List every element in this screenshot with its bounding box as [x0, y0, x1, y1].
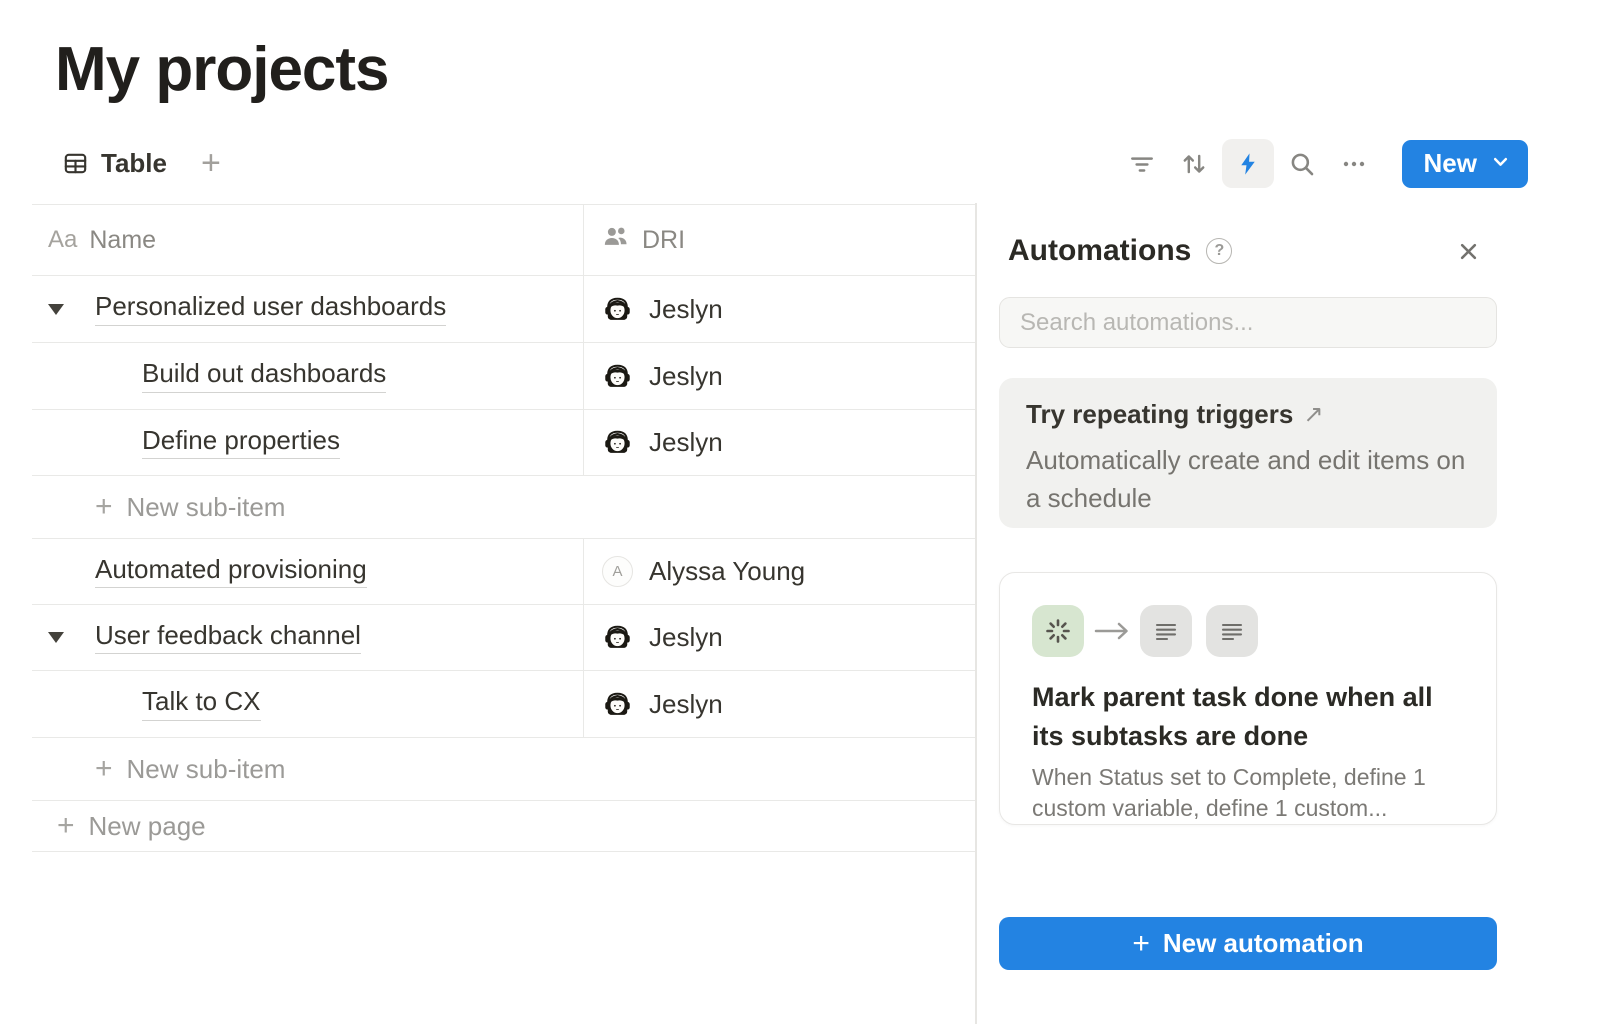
dri-person-name: Alyssa Young	[649, 556, 805, 587]
alyssa-avatar: A	[602, 556, 633, 587]
repeating-triggers-card[interactable]: Try repeating triggers ↗ Automatically c…	[999, 378, 1497, 528]
panel-title: Automations	[1008, 234, 1191, 268]
automation-description: When Status set to Complete, define 1 cu…	[1032, 762, 1464, 824]
table-row[interactable]: Define properties	[32, 410, 975, 476]
dri-person-name: Jeslyn	[649, 689, 723, 720]
collapse-toggle-icon[interactable]	[48, 632, 64, 643]
new-page-row[interactable]: + New page	[32, 801, 975, 852]
tab-table-label: Table	[101, 148, 167, 179]
text-type-icon: Aa	[48, 226, 77, 254]
external-link-arrow-icon: ↗	[1303, 400, 1323, 429]
new-button-label: New	[1424, 148, 1477, 179]
help-icon[interactable]: ?	[1206, 238, 1232, 264]
automations-button-active[interactable]	[1222, 139, 1274, 188]
automation-card[interactable]: Mark parent task done when all its subta…	[999, 572, 1497, 825]
filter-button[interactable]	[1116, 139, 1168, 188]
collapse-toggle-icon[interactable]	[48, 304, 64, 315]
chevron-down-icon[interactable]	[1491, 152, 1510, 176]
new-sub-item-label: New sub-item	[127, 492, 286, 523]
table-row[interactable]: User feedback channel	[32, 605, 975, 671]
dri-cell[interactable]: Jeslyn	[583, 605, 975, 670]
name-column-label: Name	[89, 226, 156, 255]
toolbar: New	[1116, 139, 1528, 188]
new-sub-item-row[interactable]: + New sub-item	[32, 476, 975, 539]
search-box	[999, 297, 1497, 348]
table-row[interactable]: Build out dashboards	[32, 343, 975, 410]
page-name-link[interactable]: Personalized user dashboards	[95, 292, 446, 326]
column-header-dri[interactable]: DRI	[583, 205, 975, 275]
table-row[interactable]: Personalized user dashboards	[32, 276, 975, 343]
action-text-icon	[1206, 605, 1258, 657]
add-view-button[interactable]: +	[201, 146, 221, 180]
automation-title: Mark parent task done when all its subta…	[1032, 678, 1464, 756]
dri-person-name: Jeslyn	[649, 294, 723, 325]
dri-person-name: Jeslyn	[649, 361, 723, 392]
page-name-link[interactable]: Build out dashboards	[142, 359, 386, 393]
table-row[interactable]: Automated provisioning A Alyssa Young	[32, 539, 975, 605]
search-button[interactable]	[1276, 139, 1328, 188]
dri-cell[interactable]: Jeslyn	[583, 276, 975, 342]
plus-icon: +	[1132, 929, 1150, 959]
jeslyn-avatar	[602, 361, 633, 392]
people-icon	[601, 222, 630, 258]
page-name-link[interactable]: Define properties	[142, 426, 340, 460]
arrow-right-icon	[1090, 618, 1134, 644]
dri-cell[interactable]: Jeslyn	[583, 671, 975, 737]
new-automation-label: New automation	[1163, 928, 1364, 959]
new-sub-item-label: New sub-item	[127, 754, 286, 785]
new-button[interactable]: New	[1402, 140, 1528, 188]
page-name-link[interactable]: User feedback channel	[95, 621, 361, 655]
jeslyn-avatar	[602, 427, 633, 458]
dri-person-name: Jeslyn	[649, 427, 723, 458]
sort-button[interactable]	[1168, 139, 1220, 188]
page-title: My projects	[55, 34, 389, 105]
more-options-button[interactable]	[1328, 139, 1380, 188]
table-header-row: Aa Name DRI	[32, 205, 975, 276]
table-view-icon	[62, 150, 89, 177]
plus-icon: +	[95, 492, 113, 522]
trigger-status-icon	[1032, 605, 1084, 657]
new-sub-item-row[interactable]: + New sub-item	[32, 738, 975, 801]
automations-panel: Automations ? Try repeating triggers ↗ A…	[977, 204, 1622, 1024]
dri-column-label: DRI	[642, 226, 685, 255]
promo-title: Try repeating triggers	[1026, 399, 1293, 430]
dri-person-name: Jeslyn	[649, 622, 723, 653]
page-name-link[interactable]: Automated provisioning	[95, 555, 367, 589]
search-automations-input[interactable]	[1000, 298, 1496, 347]
promo-description: Automatically create and edit items on a…	[1026, 441, 1470, 517]
notion-database-page: My projects Table +	[0, 0, 1622, 1024]
jeslyn-avatar	[602, 294, 633, 325]
jeslyn-avatar	[602, 622, 633, 653]
view-bar: Table +	[62, 139, 221, 187]
action-text-icon	[1140, 605, 1192, 657]
plus-icon: +	[57, 811, 75, 841]
projects-table: Aa Name DRI Personalized user d	[32, 204, 975, 852]
dri-cell[interactable]: A Alyssa Young	[583, 539, 975, 604]
page-name-link[interactable]: Talk to CX	[142, 687, 261, 721]
close-icon[interactable]	[1457, 240, 1480, 263]
dri-cell[interactable]: Jeslyn	[583, 343, 975, 409]
new-automation-button[interactable]: + New automation	[999, 917, 1497, 970]
table-row[interactable]: Talk to CX	[32, 671, 975, 738]
tab-table-view[interactable]: Table	[62, 148, 167, 179]
new-page-label: New page	[89, 811, 206, 842]
dri-cell[interactable]: Jeslyn	[583, 410, 975, 475]
column-header-name[interactable]: Aa Name	[32, 205, 583, 275]
jeslyn-avatar	[602, 689, 633, 720]
plus-icon: +	[95, 754, 113, 784]
